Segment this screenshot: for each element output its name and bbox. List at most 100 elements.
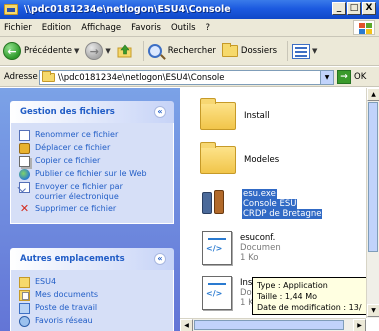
back-arrow-icon: ← — [3, 42, 21, 60]
scroll-thumb[interactable] — [194, 320, 344, 330]
tooltip-modified: Date de modification : 13/ — [257, 303, 362, 312]
file-info: esuconf. Documen 1 Ko — [240, 233, 281, 263]
task-rename[interactable]: Renommer ce fichier — [19, 130, 173, 141]
task-label: Renommer ce fichier — [35, 130, 119, 139]
folders-icon — [221, 43, 238, 57]
up-folder-icon — [117, 44, 132, 58]
copy-icon — [19, 156, 30, 167]
menu-edition[interactable]: Edition — [42, 23, 71, 33]
menu-help[interactable]: ? — [206, 23, 211, 33]
minimize-button[interactable]: _ — [332, 2, 346, 15]
title-bar[interactable]: \\pdc0181234e\netlogon\ESU4\Console _ □ … — [0, 0, 379, 19]
back-label: Précédente — [24, 46, 72, 56]
scroll-thumb[interactable] — [368, 102, 378, 252]
file-item-esuconf[interactable]: esuconf. Documen 1 Ko — [202, 228, 281, 268]
file-tasks-title: Gestion des fichiers — [20, 107, 115, 117]
place-network[interactable]: Favoris réseau — [19, 316, 173, 327]
forward-button[interactable]: → ▼ — [85, 42, 111, 60]
file-description: Console ESU — [242, 199, 298, 209]
other-places-header[interactable]: Autres emplacements « — [10, 248, 174, 270]
file-name: Modeles — [244, 155, 280, 165]
place-my-documents[interactable]: Mes documents — [19, 290, 173, 301]
file-tooltip: Type : Application Taille : 1,44 Mo Date… — [252, 277, 379, 315]
chevron-down-icon[interactable]: ▼ — [312, 47, 317, 55]
file-list-vscrollbar[interactable]: ▲ ▼ — [366, 88, 379, 318]
task-label: Supprimer ce fichier — [35, 204, 117, 213]
maximize-button[interactable]: □ — [347, 2, 361, 15]
web-icon — [19, 169, 30, 180]
menu-affichage[interactable]: Affichage — [81, 23, 121, 33]
search-button[interactable]: Rechercher — [147, 44, 216, 58]
place-esu4[interactable]: ESU4 — [19, 277, 173, 288]
file-company: CRDP de Bretagne — [242, 209, 323, 219]
address-value: \\pdc0181234e\netlogon\ESU4\Console — [58, 72, 225, 83]
file-name: esu.exe — [242, 189, 277, 199]
address-bar: Adresse \\pdc0181234e\netlogon\ESU4\Cons… — [0, 67, 379, 87]
folders-label: Dossiers — [240, 46, 278, 56]
menu-favoris[interactable]: Favoris — [131, 23, 161, 33]
scroll-left-button[interactable]: ◀ — [180, 319, 193, 331]
place-label: ESU4 — [35, 277, 57, 286]
chevron-down-icon[interactable]: ▼ — [105, 47, 110, 55]
file-item-esu-exe[interactable]: esu.exe Console ESU CRDP de Bretagne — [198, 183, 323, 225]
file-size: 1 Ko — [240, 253, 259, 263]
chevron-down-icon[interactable]: ▼ — [74, 47, 79, 55]
xml-document-icon — [202, 231, 232, 265]
views-button[interactable]: ▼ — [292, 43, 317, 59]
file-item-modeles-folder[interactable]: Modeles — [200, 140, 279, 180]
windows-logo-icon — [353, 20, 375, 35]
file-name: Install — [244, 111, 270, 121]
close-button[interactable]: X — [362, 2, 376, 15]
folder-icon — [42, 71, 55, 82]
search-icon — [147, 44, 162, 58]
file-item-install-folder[interactable]: Install — [200, 96, 270, 136]
scroll-down-button[interactable]: ▼ — [367, 304, 379, 317]
task-delete[interactable]: ✕ Supprimer ce fichier — [19, 203, 173, 215]
search-label: Rechercher — [167, 46, 216, 56]
address-input[interactable]: \\pdc0181234e\netlogon\ESU4\Console ▼ — [39, 70, 334, 85]
menu-fichier[interactable]: Fichier — [4, 23, 32, 33]
folder-icon — [200, 142, 236, 174]
task-label: Envoyer ce fichier par courrier électron… — [35, 182, 123, 201]
move-icon — [19, 143, 30, 154]
back-button[interactable]: ← Précédente ▼ — [3, 42, 79, 60]
folder-icon — [200, 98, 236, 130]
file-tasks-body: Renommer ce fichier Déplacer ce fichier … — [10, 123, 174, 224]
toolbar-separator — [142, 41, 144, 61]
place-label: Favoris réseau — [35, 316, 93, 325]
folders-button[interactable]: Dossiers — [221, 43, 278, 57]
collapse-icon[interactable]: « — [154, 106, 166, 118]
folder-icon — [4, 4, 18, 15]
task-email[interactable]: Envoyer ce fichier par courrier électron… — [19, 182, 173, 202]
collapse-icon[interactable]: « — [154, 253, 166, 265]
task-move[interactable]: Déplacer ce fichier — [19, 143, 173, 154]
mail-icon — [19, 182, 30, 193]
task-label: Déplacer ce fichier — [35, 143, 111, 152]
toolbar-separator — [287, 41, 289, 61]
window-controls: _ □ X — [332, 2, 376, 15]
place-my-computer[interactable]: Poste de travail — [19, 303, 173, 314]
file-type: Documen — [240, 243, 281, 253]
network-icon — [19, 316, 30, 327]
my-documents-icon — [19, 290, 30, 301]
other-places-body: ESU4 Mes documents Poste de travail Favo… — [10, 270, 174, 331]
menu-outils[interactable]: Outils — [171, 23, 196, 33]
file-list-hscrollbar[interactable]: ◀ ▶ — [180, 318, 366, 331]
xml-document-icon — [202, 276, 232, 310]
go-button[interactable]: → OK — [337, 70, 366, 84]
toolbar: ← Précédente ▼ → ▼ Rechercher Dossiers ▼ — [0, 37, 379, 66]
scroll-up-button[interactable]: ▲ — [367, 88, 379, 101]
task-copy[interactable]: Copier ce fichier — [19, 156, 173, 167]
go-label: OK — [354, 72, 367, 82]
up-button[interactable] — [117, 43, 133, 59]
scroll-right-button[interactable]: ▶ — [353, 319, 366, 331]
address-dropdown-button[interactable]: ▼ — [320, 71, 333, 84]
task-publish-web[interactable]: Publier ce fichier sur le Web — [19, 169, 173, 180]
forward-arrow-icon: → — [85, 42, 104, 60]
views-icon — [292, 43, 311, 59]
folder-icon — [19, 277, 30, 288]
task-label: Publier ce fichier sur le Web — [35, 169, 147, 178]
file-info: esu.exe Console ESU CRDP de Bretagne — [242, 189, 323, 219]
file-name: esuconf. — [240, 233, 276, 243]
file-tasks-header[interactable]: Gestion des fichiers « — [10, 101, 174, 123]
